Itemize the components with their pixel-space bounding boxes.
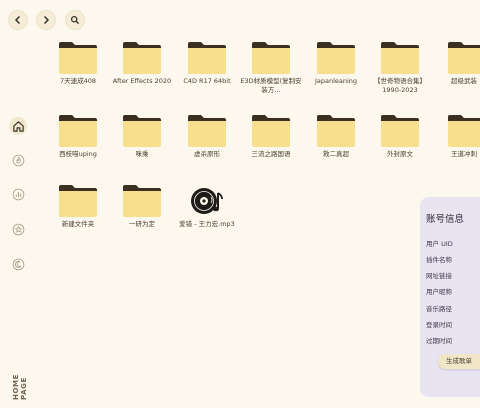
folder-item[interactable]: 咪乘 [110, 114, 174, 159]
forward-button[interactable] [37, 11, 55, 29]
rail-night[interactable] [9, 255, 27, 273]
account-field-nickname: 用户昵称 [426, 288, 452, 296]
folder-item[interactable]: 三流之路国语 [239, 114, 303, 159]
audio-file-item[interactable]: 爱错 - 王力宏.mp3 [175, 184, 239, 238]
folder-icon [188, 115, 226, 147]
account-field-uid: 用户 UID [426, 240, 453, 248]
folder-icon [381, 115, 419, 147]
file-name: 外封原文 [387, 150, 413, 158]
folder-icon [448, 115, 480, 147]
folder-item[interactable]: 一研为定 [110, 184, 174, 229]
folder-item[interactable]: Japanleaning [304, 41, 368, 86]
file-name: 超级武装 [451, 77, 477, 85]
file-name: 【世奇物语合集】1990-2023 [374, 77, 426, 94]
folder-item[interactable]: 【世奇物语合集】1990-2023 [368, 41, 432, 95]
back-button[interactable] [9, 11, 27, 29]
music-disc-icon [191, 188, 223, 214]
file-name: 西枝喵uping [59, 150, 97, 158]
file-name: 王道冲刺 [451, 150, 477, 158]
folder-icon [123, 185, 161, 217]
file-name: C4D R17 64bit [183, 77, 231, 85]
file-name: 三流之路国语 [251, 150, 291, 158]
chart-icon [12, 188, 24, 200]
account-field-url: 网址链接 [426, 272, 452, 280]
folder-icon [123, 115, 161, 147]
generate-playlist-button[interactable]: 生成歌单 [438, 354, 480, 369]
account-field-expire-time: 过期时间 [426, 337, 452, 345]
file-name: E3D材质模型(复制安装方... [240, 77, 302, 94]
rail-home-page-label: HOME PAGE [12, 374, 28, 400]
file-name: Japanleaning [314, 77, 358, 85]
folder-item[interactable]: 王道冲刺 [434, 114, 480, 159]
file-name: 新建文件夹 [61, 220, 95, 228]
folder-icon [59, 185, 97, 217]
rail-favorites[interactable] [9, 220, 27, 238]
file-name: 咪乘 [135, 150, 149, 158]
folder-icon [188, 42, 226, 74]
folder-icon [381, 42, 419, 74]
folder-icon [252, 115, 290, 147]
folder-icon [317, 115, 355, 147]
folder-item[interactable]: C4D R17 64bit [175, 41, 239, 86]
folder-item[interactable]: E3D材质模型(复制安装方... [239, 41, 303, 95]
star-icon [12, 223, 24, 235]
file-name: 救二真超 [323, 150, 349, 158]
chevron-left-icon [14, 15, 21, 25]
folder-item[interactable]: 救二真超 [304, 114, 368, 159]
account-field-music-path: 音乐路径 [426, 305, 452, 313]
file-name: 一研为定 [129, 220, 155, 228]
folder-item[interactable]: 西枝喵uping [46, 114, 110, 159]
home-icon [12, 120, 24, 132]
folder-icon [59, 115, 97, 147]
fire-icon [12, 154, 24, 166]
account-field-login-time: 登录时间 [426, 321, 452, 329]
folder-icon [59, 42, 97, 74]
folder-item[interactable]: 虚杀原形 [175, 114, 239, 159]
account-panel: 账号信息 用户 UID 插件名称 网址链接 用户昵称 音乐路径 登录时间 过期时… [420, 197, 480, 397]
file-name: 爱错 - 王力宏.mp3 [179, 220, 235, 228]
account-panel-title: 账号信息 [426, 214, 465, 225]
rail-home[interactable] [9, 117, 27, 135]
moon-icon [12, 258, 24, 270]
search-button[interactable] [66, 11, 84, 29]
file-name: 虚杀原形 [194, 150, 220, 158]
rail-hot[interactable] [9, 151, 27, 169]
file-name: 7天速成408 [59, 77, 97, 85]
folder-item[interactable]: 外封原文 [368, 114, 432, 159]
folder-icon [123, 42, 161, 74]
folder-icon [252, 42, 290, 74]
rail-stats[interactable] [9, 185, 27, 203]
folder-icon [448, 42, 480, 74]
folder-item[interactable]: 超级武装 [434, 41, 480, 86]
account-field-plugin-name: 插件名称 [426, 256, 452, 264]
folder-item[interactable]: After Effects 2020 [110, 41, 174, 95]
search-icon [70, 15, 80, 25]
file-name: After Effects 2020 [112, 77, 172, 85]
folder-item[interactable]: 新建文件夹 [46, 184, 110, 229]
folder-icon [317, 42, 355, 74]
chevron-right-icon [43, 15, 50, 25]
folder-item[interactable]: 7天速成408 [46, 41, 110, 86]
